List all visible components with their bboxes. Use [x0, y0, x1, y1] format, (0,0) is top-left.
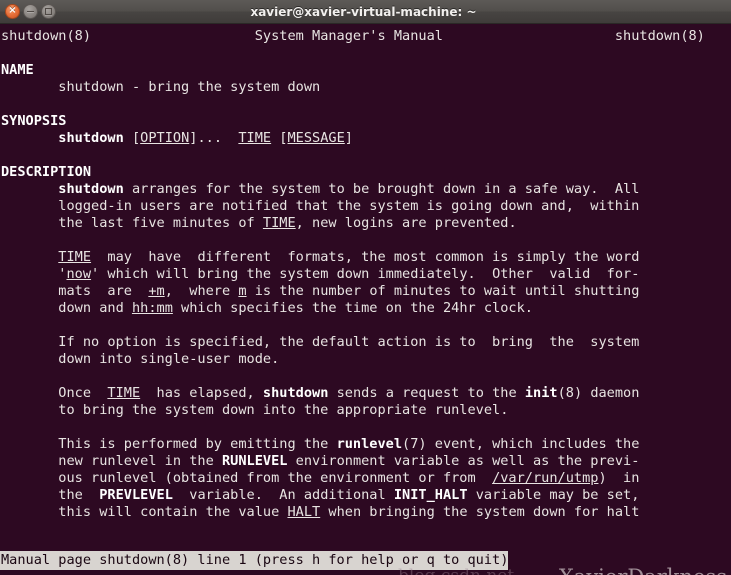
close-icon: × — [8, 5, 17, 16]
man-line-runlevel-l2: new runlevel in the RUNLEVEL environment… — [1, 453, 640, 469]
man-line-name-heading: NAME — [1, 62, 34, 78]
man-page-content: shutdown(8) System Manager's Manual shut… — [0, 24, 731, 521]
man-line-description-heading: DESCRIPTION — [1, 164, 92, 180]
maximize-button[interactable] — [41, 4, 56, 19]
pager-status-bar: Manual page shutdown(8) line 1 (press h … — [0, 551, 509, 570]
window-controls: × — [0, 4, 56, 19]
man-line-blank-3 — [0, 147, 731, 164]
man-line-runlevel-l1: This is performed by emitting the runlev… — [1, 436, 640, 452]
window-titlebar[interactable]: × xavier@xavier-virtual-machine: ~ — [0, 0, 731, 24]
man-line-time-l1: TIME may have different formats, the mos… — [58, 249, 640, 265]
man-line-runlevel-l3: ous runlevel (obtained from the environm… — [1, 470, 640, 486]
man-line-desc-l3: the last five minutes of TIME, new login… — [1, 215, 517, 231]
man-line-blank-4 — [0, 232, 731, 249]
window-title: xavier@xavier-virtual-machine: ~ — [250, 4, 477, 19]
man-line-desc-l2: logged-in users are notified that the sy… — [1, 198, 640, 214]
close-button[interactable]: × — [5, 4, 20, 19]
man-line-blank-7 — [0, 419, 731, 436]
minimize-icon — [27, 11, 34, 12]
man-line-runlevel-l5: this will contain the value HALT when br… — [1, 504, 640, 520]
man-line-init-l2: to bring the system down into the approp… — [1, 402, 509, 418]
man-line-default-l2: down into single-user mode. — [1, 351, 280, 367]
man-line-time-l3: mats are +m, where m is the number of mi… — [1, 283, 640, 299]
terminal-screen[interactable]: shutdown(8) System Manager's Manual shut… — [0, 24, 731, 575]
man-line-desc-l1: shutdown arranges for the system to be b… — [58, 181, 640, 197]
man-line-name-body: shutdown - bring the system down — [1, 79, 321, 95]
terminal-window: × xavier@xavier-virtual-machine: ~ shutd… — [0, 0, 731, 575]
man-line-time-l2: 'now' which will bring the system down i… — [1, 266, 640, 282]
man-line-default-l1: If no option is specified, the default a… — [1, 334, 640, 350]
man-line-time-l4: down and hh:mm which specifies the time … — [1, 300, 533, 316]
brand-watermark: XavierDarkness — [559, 567, 727, 575]
man-line-blank-1 — [0, 45, 731, 62]
man-line-synopsis-heading: SYNOPSIS — [1, 113, 67, 129]
minimize-button[interactable] — [23, 4, 38, 19]
man-line-blank-2 — [0, 96, 731, 113]
maximize-icon — [45, 8, 52, 15]
man-line-synopsis-body: shutdown [OPTION]... TIME [MESSAGE] — [58, 130, 353, 146]
man-line-blank-5 — [0, 317, 731, 334]
man-line-init-l1: Once TIME has elapsed, shutdown sends a … — [1, 385, 640, 401]
man-line-runlevel-l4: the PREVLEVEL variable. An additional IN… — [1, 487, 640, 503]
man-line-header: shutdown(8) System Manager's Manual shut… — [1, 28, 705, 44]
man-line-blank-6 — [0, 368, 731, 385]
